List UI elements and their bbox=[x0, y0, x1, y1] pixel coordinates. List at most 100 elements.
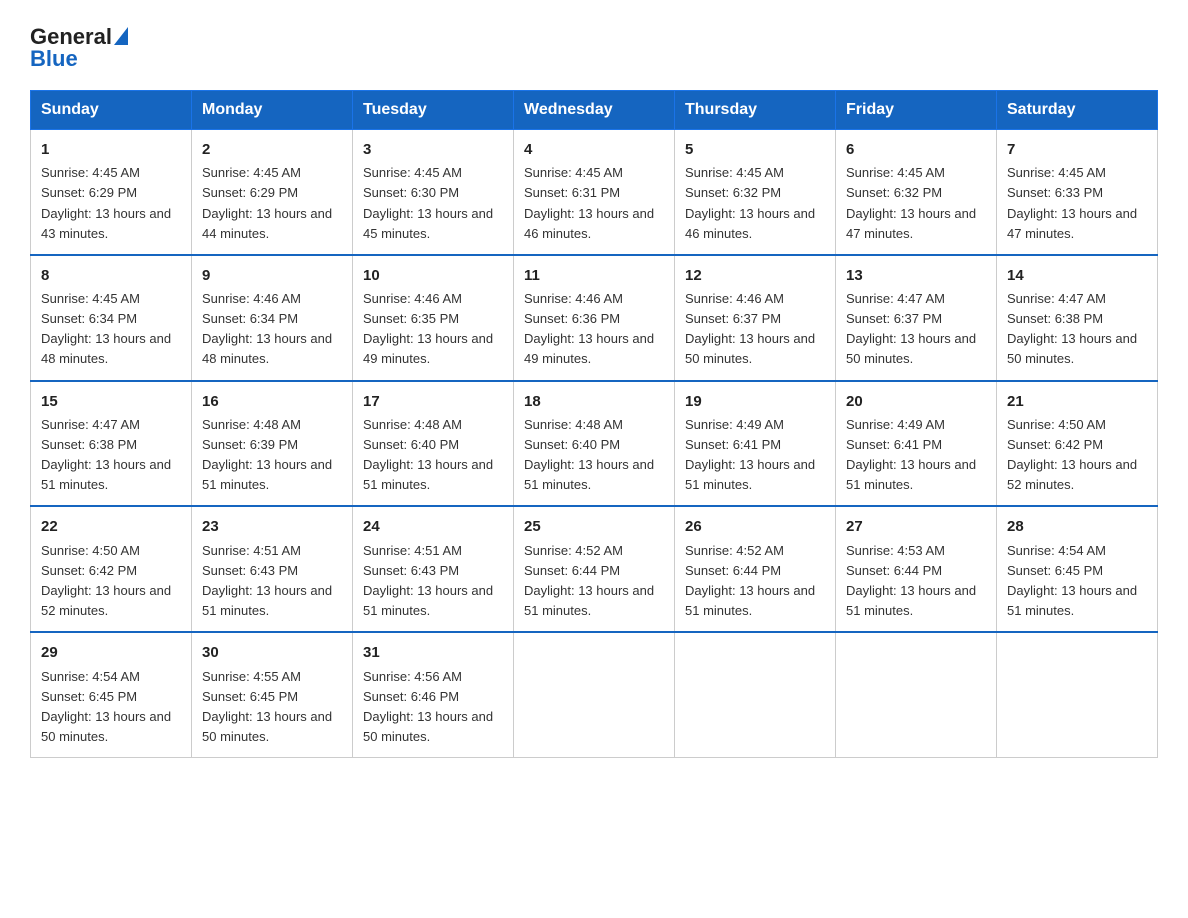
calendar-cell: 7 Sunrise: 4:45 AMSunset: 6:33 PMDayligh… bbox=[997, 130, 1158, 255]
day-info: Sunrise: 4:45 AMSunset: 6:32 PMDaylight:… bbox=[685, 165, 815, 240]
day-info: Sunrise: 4:49 AMSunset: 6:41 PMDaylight:… bbox=[846, 417, 976, 492]
calendar-cell: 13 Sunrise: 4:47 AMSunset: 6:37 PMDaylig… bbox=[836, 255, 997, 381]
day-info: Sunrise: 4:52 AMSunset: 6:44 PMDaylight:… bbox=[524, 543, 654, 618]
day-info: Sunrise: 4:50 AMSunset: 6:42 PMDaylight:… bbox=[1007, 417, 1137, 492]
week-row-2: 8 Sunrise: 4:45 AMSunset: 6:34 PMDayligh… bbox=[31, 255, 1158, 381]
day-number: 14 bbox=[1007, 264, 1147, 287]
week-row-1: 1 Sunrise: 4:45 AMSunset: 6:29 PMDayligh… bbox=[31, 130, 1158, 255]
calendar-cell bbox=[836, 632, 997, 757]
day-number: 13 bbox=[846, 264, 986, 287]
calendar-cell: 25 Sunrise: 4:52 AMSunset: 6:44 PMDaylig… bbox=[514, 506, 675, 632]
day-number: 6 bbox=[846, 138, 986, 161]
header-tuesday: Tuesday bbox=[353, 91, 514, 130]
day-number: 8 bbox=[41, 264, 181, 287]
day-number: 9 bbox=[202, 264, 342, 287]
day-number: 21 bbox=[1007, 390, 1147, 413]
day-info: Sunrise: 4:56 AMSunset: 6:46 PMDaylight:… bbox=[363, 669, 493, 744]
calendar-cell: 29 Sunrise: 4:54 AMSunset: 6:45 PMDaylig… bbox=[31, 632, 192, 757]
day-info: Sunrise: 4:48 AMSunset: 6:40 PMDaylight:… bbox=[363, 417, 493, 492]
day-info: Sunrise: 4:49 AMSunset: 6:41 PMDaylight:… bbox=[685, 417, 815, 492]
logo-triangle-icon bbox=[114, 27, 128, 45]
calendar-cell: 21 Sunrise: 4:50 AMSunset: 6:42 PMDaylig… bbox=[997, 381, 1158, 507]
day-info: Sunrise: 4:47 AMSunset: 6:37 PMDaylight:… bbox=[846, 291, 976, 366]
day-info: Sunrise: 4:46 AMSunset: 6:37 PMDaylight:… bbox=[685, 291, 815, 366]
logo-general: General bbox=[30, 26, 112, 48]
calendar-cell: 5 Sunrise: 4:45 AMSunset: 6:32 PMDayligh… bbox=[675, 130, 836, 255]
calendar-cell: 8 Sunrise: 4:45 AMSunset: 6:34 PMDayligh… bbox=[31, 255, 192, 381]
day-number: 4 bbox=[524, 138, 664, 161]
day-info: Sunrise: 4:48 AMSunset: 6:39 PMDaylight:… bbox=[202, 417, 332, 492]
header-sunday: Sunday bbox=[31, 91, 192, 130]
header-wednesday: Wednesday bbox=[514, 91, 675, 130]
calendar-cell: 16 Sunrise: 4:48 AMSunset: 6:39 PMDaylig… bbox=[192, 381, 353, 507]
day-number: 18 bbox=[524, 390, 664, 413]
day-number: 5 bbox=[685, 138, 825, 161]
calendar-cell: 12 Sunrise: 4:46 AMSunset: 6:37 PMDaylig… bbox=[675, 255, 836, 381]
header-monday: Monday bbox=[192, 91, 353, 130]
calendar-cell: 11 Sunrise: 4:46 AMSunset: 6:36 PMDaylig… bbox=[514, 255, 675, 381]
day-info: Sunrise: 4:54 AMSunset: 6:45 PMDaylight:… bbox=[1007, 543, 1137, 618]
day-number: 1 bbox=[41, 138, 181, 161]
day-number: 24 bbox=[363, 515, 503, 538]
calendar-cell: 30 Sunrise: 4:55 AMSunset: 6:45 PMDaylig… bbox=[192, 632, 353, 757]
day-info: Sunrise: 4:46 AMSunset: 6:36 PMDaylight:… bbox=[524, 291, 654, 366]
day-number: 3 bbox=[363, 138, 503, 161]
calendar-cell: 18 Sunrise: 4:48 AMSunset: 6:40 PMDaylig… bbox=[514, 381, 675, 507]
week-row-3: 15 Sunrise: 4:47 AMSunset: 6:38 PMDaylig… bbox=[31, 381, 1158, 507]
day-number: 17 bbox=[363, 390, 503, 413]
calendar-cell: 15 Sunrise: 4:47 AMSunset: 6:38 PMDaylig… bbox=[31, 381, 192, 507]
page-header: General Blue bbox=[30, 20, 1158, 72]
day-number: 25 bbox=[524, 515, 664, 538]
calendar-cell: 4 Sunrise: 4:45 AMSunset: 6:31 PMDayligh… bbox=[514, 130, 675, 255]
day-info: Sunrise: 4:54 AMSunset: 6:45 PMDaylight:… bbox=[41, 669, 171, 744]
calendar-cell: 6 Sunrise: 4:45 AMSunset: 6:32 PMDayligh… bbox=[836, 130, 997, 255]
calendar-cell: 23 Sunrise: 4:51 AMSunset: 6:43 PMDaylig… bbox=[192, 506, 353, 632]
week-row-5: 29 Sunrise: 4:54 AMSunset: 6:45 PMDaylig… bbox=[31, 632, 1158, 757]
day-number: 20 bbox=[846, 390, 986, 413]
calendar-cell: 28 Sunrise: 4:54 AMSunset: 6:45 PMDaylig… bbox=[997, 506, 1158, 632]
header-thursday: Thursday bbox=[675, 91, 836, 130]
day-info: Sunrise: 4:45 AMSunset: 6:30 PMDaylight:… bbox=[363, 165, 493, 240]
day-number: 27 bbox=[846, 515, 986, 538]
day-number: 19 bbox=[685, 390, 825, 413]
calendar-cell bbox=[997, 632, 1158, 757]
calendar-cell bbox=[514, 632, 675, 757]
calendar-cell: 10 Sunrise: 4:46 AMSunset: 6:35 PMDaylig… bbox=[353, 255, 514, 381]
day-info: Sunrise: 4:48 AMSunset: 6:40 PMDaylight:… bbox=[524, 417, 654, 492]
day-info: Sunrise: 4:45 AMSunset: 6:29 PMDaylight:… bbox=[202, 165, 332, 240]
calendar-cell: 22 Sunrise: 4:50 AMSunset: 6:42 PMDaylig… bbox=[31, 506, 192, 632]
day-number: 10 bbox=[363, 264, 503, 287]
calendar-cell: 19 Sunrise: 4:49 AMSunset: 6:41 PMDaylig… bbox=[675, 381, 836, 507]
day-number: 16 bbox=[202, 390, 342, 413]
day-info: Sunrise: 4:46 AMSunset: 6:34 PMDaylight:… bbox=[202, 291, 332, 366]
day-number: 23 bbox=[202, 515, 342, 538]
day-info: Sunrise: 4:53 AMSunset: 6:44 PMDaylight:… bbox=[846, 543, 976, 618]
day-number: 7 bbox=[1007, 138, 1147, 161]
weekday-header-row: SundayMondayTuesdayWednesdayThursdayFrid… bbox=[31, 91, 1158, 130]
header-saturday: Saturday bbox=[997, 91, 1158, 130]
day-number: 11 bbox=[524, 264, 664, 287]
calendar-table: SundayMondayTuesdayWednesdayThursdayFrid… bbox=[30, 90, 1158, 758]
day-info: Sunrise: 4:45 AMSunset: 6:29 PMDaylight:… bbox=[41, 165, 171, 240]
calendar-cell: 20 Sunrise: 4:49 AMSunset: 6:41 PMDaylig… bbox=[836, 381, 997, 507]
week-row-4: 22 Sunrise: 4:50 AMSunset: 6:42 PMDaylig… bbox=[31, 506, 1158, 632]
day-info: Sunrise: 4:45 AMSunset: 6:34 PMDaylight:… bbox=[41, 291, 171, 366]
logo: General Blue bbox=[30, 26, 128, 72]
day-info: Sunrise: 4:47 AMSunset: 6:38 PMDaylight:… bbox=[1007, 291, 1137, 366]
day-info: Sunrise: 4:47 AMSunset: 6:38 PMDaylight:… bbox=[41, 417, 171, 492]
day-number: 2 bbox=[202, 138, 342, 161]
day-number: 28 bbox=[1007, 515, 1147, 538]
calendar-cell: 1 Sunrise: 4:45 AMSunset: 6:29 PMDayligh… bbox=[31, 130, 192, 255]
day-info: Sunrise: 4:51 AMSunset: 6:43 PMDaylight:… bbox=[202, 543, 332, 618]
calendar-cell: 31 Sunrise: 4:56 AMSunset: 6:46 PMDaylig… bbox=[353, 632, 514, 757]
calendar-cell bbox=[675, 632, 836, 757]
day-number: 29 bbox=[41, 641, 181, 664]
day-info: Sunrise: 4:50 AMSunset: 6:42 PMDaylight:… bbox=[41, 543, 171, 618]
day-info: Sunrise: 4:55 AMSunset: 6:45 PMDaylight:… bbox=[202, 669, 332, 744]
header-friday: Friday bbox=[836, 91, 997, 130]
logo-blue: Blue bbox=[30, 46, 78, 72]
calendar-cell: 24 Sunrise: 4:51 AMSunset: 6:43 PMDaylig… bbox=[353, 506, 514, 632]
calendar-cell: 17 Sunrise: 4:48 AMSunset: 6:40 PMDaylig… bbox=[353, 381, 514, 507]
day-number: 26 bbox=[685, 515, 825, 538]
day-number: 31 bbox=[363, 641, 503, 664]
